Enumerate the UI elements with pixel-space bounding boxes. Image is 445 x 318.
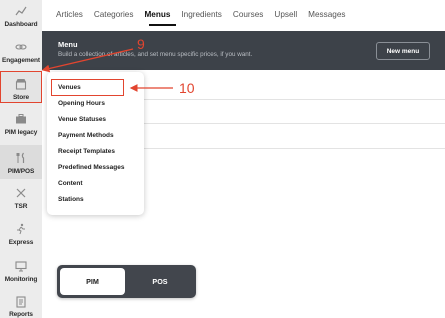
tab-menus[interactable]: Menus (144, 10, 170, 22)
runner-icon (14, 222, 28, 236)
page-title: Menu (58, 40, 78, 49)
menu-item-payment-methods[interactable]: Payment Methods (58, 132, 114, 139)
briefcase-icon (14, 112, 28, 126)
sidebar-item-label: TSR (14, 203, 28, 210)
sidebar-item-label: Store (12, 94, 30, 101)
tab-messages[interactable]: Messages (308, 10, 345, 22)
pim-toggle-option[interactable]: PIM (60, 268, 125, 295)
pos-toggle-option[interactable]: POS (127, 268, 193, 295)
tab-ingredients[interactable]: Ingredients (181, 10, 222, 22)
sidebar-item-monitoring[interactable]: Monitoring (0, 259, 42, 289)
sidebar-item-store[interactable]: Store (0, 71, 42, 103)
step-9-label: 9 (137, 36, 145, 52)
sidebar-item-express[interactable]: Express (0, 222, 42, 252)
menu-item-receipt-templates[interactable]: Receipt Templates (58, 148, 115, 155)
sidebar: Dashboard Engagement Store PIM legacy PI… (0, 0, 42, 318)
sidebar-item-engagement[interactable]: Engagement (0, 40, 42, 70)
sidebar-item-label: Dashboard (4, 21, 38, 28)
sidebar-item-reports[interactable]: Reports (0, 295, 42, 318)
venues-highlight-box (51, 79, 124, 96)
sidebar-item-label: Engagement (1, 57, 40, 64)
new-menu-button[interactable]: New menu (376, 42, 430, 60)
sidebar-item-pim-legacy[interactable]: PIM legacy (0, 112, 42, 142)
menu-item-stations[interactable]: Stations (58, 196, 84, 203)
store-icon (14, 77, 28, 91)
menu-item-venue-statuses[interactable]: Venue Statuses (58, 116, 106, 123)
link-icon (14, 40, 28, 54)
report-icon (14, 295, 28, 309)
sidebar-item-tsr[interactable]: TSR (0, 186, 42, 216)
sidebar-item-label: Monitoring (4, 276, 38, 283)
page-header-banner: Menu Build a collection of articles, and… (42, 31, 445, 70)
tab-categories[interactable]: Categories (94, 10, 134, 22)
menu-item-predefined-messages[interactable]: Predefined Messages (58, 164, 124, 171)
sidebar-item-label: Reports (9, 311, 33, 318)
pim-pos-toggle: PIM POS (57, 265, 196, 298)
active-tab-indicator (149, 24, 176, 26)
utensils-cross-icon (14, 186, 28, 200)
fork-knife-icon (14, 151, 28, 165)
step-10-label: 10 (179, 80, 195, 96)
chart-line-icon (14, 4, 28, 18)
sidebar-item-label: PIM legacy (4, 129, 38, 136)
tab-articles[interactable]: Articles (56, 10, 83, 22)
list-divider (140, 123, 445, 124)
menu-item-opening-hours[interactable]: Opening Hours (58, 100, 105, 107)
sidebar-item-label: Express (8, 239, 34, 246)
page-subtitle: Build a collection of articles, and set … (58, 51, 253, 58)
sidebar-item-dashboard[interactable]: Dashboard (0, 4, 42, 34)
sidebar-item-pim-pos[interactable]: PIM/POS (0, 145, 42, 179)
tab-courses[interactable]: Courses (233, 10, 264, 22)
tab-upsell[interactable]: Upsell (274, 10, 297, 22)
sidebar-item-label: PIM/POS (7, 168, 35, 175)
list-divider (140, 148, 445, 149)
monitor-icon (14, 259, 28, 273)
tab-bar: Articles Categories Menus Ingredients Co… (56, 10, 357, 22)
menu-item-content[interactable]: Content (58, 180, 83, 187)
list-divider (140, 99, 445, 100)
